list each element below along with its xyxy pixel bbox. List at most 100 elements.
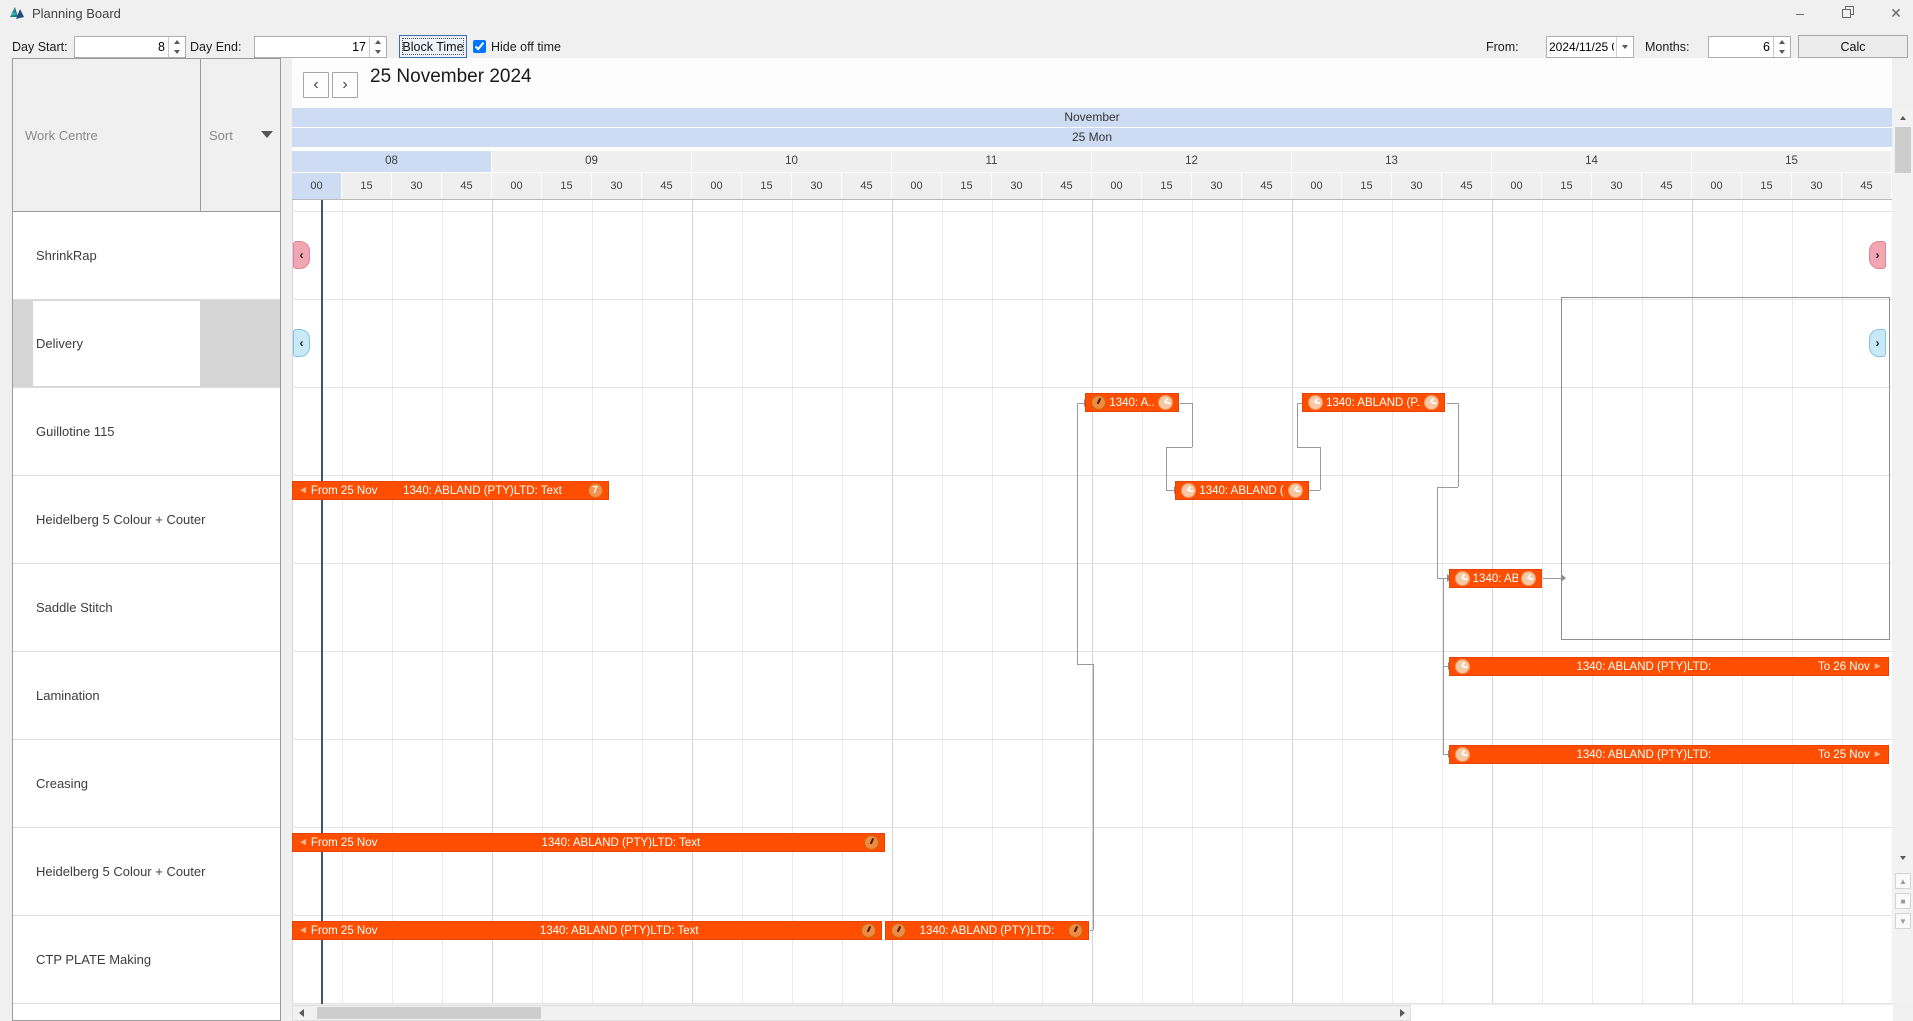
work-centre-row-label: Heidelberg 5 Colour + Couter [36, 828, 205, 915]
task-to-text: To 26 Nov [1818, 661, 1870, 673]
task-bar[interactable]: 1340: ABLAND (P... [1302, 393, 1445, 412]
calc-button[interactable]: Calc [1798, 35, 1908, 58]
task-label: 1340: A... [1109, 397, 1154, 409]
scroll-down-icon[interactable] [1894, 849, 1912, 867]
gantt-title-bar: ‹ › 25 November 2024 [292, 58, 1892, 108]
from-label: From: [1486, 36, 1519, 58]
close-button[interactable]: ✕ [1873, 0, 1913, 27]
dependency-connector [1093, 664, 1094, 930]
grid-line-v [592, 200, 593, 1004]
day-end-input[interactable] [255, 37, 369, 57]
gantt-grid[interactable]: 1340: A...1340: ABLAND (P...◄From 25 Nov… [292, 200, 1892, 1004]
task-label: 1340: AB... [1473, 573, 1518, 585]
day-end-up-icon[interactable] [370, 37, 386, 47]
dependency-connector [1192, 403, 1193, 447]
scroll-to-task-button[interactable]: › [1869, 329, 1886, 357]
clock-badge-icon [1455, 747, 1470, 762]
scroll-to-task-button[interactable]: › [1869, 241, 1886, 269]
sort-dropdown-icon[interactable] [261, 131, 273, 138]
from-date-dropdown-icon[interactable] [1616, 37, 1633, 57]
minimize-button[interactable]: – [1777, 0, 1823, 27]
hour-cell: 09 [492, 151, 692, 172]
minute-cell: 15 [1342, 173, 1392, 199]
task-bar[interactable]: 1340: A... [1085, 393, 1178, 412]
from-date-combo [1546, 36, 1634, 58]
scroll-to-task-button[interactable]: ‹ [293, 329, 310, 357]
work-centre-row[interactable]: Heidelberg 5 Colour + Couter [13, 828, 280, 916]
grid-line-v [442, 200, 443, 1004]
months-input[interactable] [1709, 37, 1773, 57]
continues-left-icon: ◄ [298, 925, 308, 936]
grid-line-h [292, 915, 1892, 916]
work-centre-row-label: Heidelberg 5 Colour + Couter [36, 476, 205, 563]
hour-cell: 08 [292, 151, 492, 172]
day-start-down-icon[interactable] [169, 47, 185, 57]
work-centre-row[interactable]: Lamination [13, 652, 280, 740]
task-bar[interactable]: 1340: AB... [1449, 569, 1542, 588]
next-appointment-icon[interactable]: ▼ [1895, 913, 1911, 929]
work-centre-row[interactable]: Delivery [13, 300, 280, 388]
work-centre-row[interactable]: ShrinkRap [13, 212, 280, 300]
work-centre-row-label: Lamination [36, 652, 100, 739]
block-time-button[interactable]: Block Time [399, 35, 467, 58]
grid-line-v [542, 200, 543, 1004]
vertical-scrollbar-thumb[interactable] [1895, 127, 1911, 173]
hide-off-time-label: Hide off time [491, 36, 561, 58]
task-to-text: To 25 Nov [1818, 749, 1870, 761]
clock-badge-icon [864, 835, 879, 850]
scroll-left-icon[interactable] [293, 1006, 309, 1020]
prev-day-button[interactable]: ‹ [303, 72, 329, 98]
task-bar[interactable]: 1340: ABLAND (PTY)LTD: [885, 921, 1088, 940]
clock-badge-icon [1181, 483, 1196, 498]
appointment-nav-icon[interactable]: ■ [1895, 893, 1911, 909]
work-centre-row-label: Guillotine 115 [36, 388, 115, 475]
work-centre-row[interactable]: Creasing [13, 740, 280, 828]
task-bar[interactable]: 1340: ABLAND (... [1175, 481, 1308, 500]
horizontal-scrollbar[interactable] [292, 1005, 1411, 1021]
next-day-button[interactable]: › [332, 72, 358, 98]
dependency-connector [1297, 403, 1298, 447]
clock-badge-icon [1288, 483, 1303, 498]
grid-line-v [1242, 200, 1243, 1004]
grid-line-v [1342, 200, 1343, 1004]
horizontal-scrollbar-thumb[interactable] [317, 1007, 541, 1019]
work-centre-row[interactable]: Saddle Stitch [13, 564, 280, 652]
from-date-input[interactable] [1547, 37, 1616, 57]
dependency-connector [1309, 490, 1320, 491]
scroll-up-icon[interactable] [1894, 109, 1912, 127]
day-start-input[interactable] [75, 37, 168, 57]
task-label: 1340: ABLAND (PTY)LTD: [909, 925, 1064, 937]
sort-label: Sort [209, 59, 233, 212]
scroll-to-task-button[interactable]: ‹ [293, 241, 310, 269]
work-centre-row[interactable]: Heidelberg 5 Colour + Couter [13, 476, 280, 564]
connector-outline [1561, 297, 1890, 640]
dependency-connector [1077, 403, 1084, 404]
task-bar[interactable]: ◄From 25 Nov1340: ABLAND (PTY)LTD: Text [292, 921, 882, 940]
prev-appointment-icon[interactable]: ▲ [1895, 873, 1911, 889]
task-bar[interactable]: 1340: ABLAND (PTY)LTD:To 26 Nov► [1449, 657, 1889, 676]
task-bar[interactable]: 1340: ABLAND (PTY)LTD:To 25 Nov► [1449, 745, 1889, 764]
months-up-icon[interactable] [1774, 37, 1790, 47]
restore-button[interactable] [1825, 0, 1871, 27]
grid-line-h [292, 739, 1892, 740]
task-bar[interactable]: ◄From 25 Nov1340: ABLAND (PTY)LTD: Text [292, 833, 885, 852]
minute-cell: 00 [492, 173, 542, 199]
day-end-down-icon[interactable] [370, 47, 386, 57]
continues-left-icon: ◄ [298, 485, 308, 496]
work-centre-row[interactable]: CTP PLATE Making [13, 916, 280, 1004]
clock-badge-icon [1455, 571, 1470, 586]
grid-line-v [892, 200, 893, 1004]
vertical-scrollbar[interactable]: ▲ ■ ▼ [1893, 108, 1913, 1005]
grid-line-v [992, 200, 993, 1004]
dependency-connector [1447, 403, 1458, 404]
months-down-icon[interactable] [1774, 47, 1790, 57]
hide-off-time-checkbox[interactable] [473, 40, 486, 53]
day-start-up-icon[interactable] [169, 37, 185, 47]
work-centre-row[interactable]: Guillotine 115 [13, 388, 280, 476]
task-from-text: From 25 Nov [311, 837, 377, 849]
minute-cell: 00 [892, 173, 942, 199]
work-centre-row-label: Saddle Stitch [36, 564, 113, 651]
task-label: 1340: ABLAND (PTY)LTD: [1473, 749, 1815, 761]
task-bar[interactable]: ◄From 25 Nov1340: ABLAND (PTY)LTD: Text7 [292, 481, 609, 500]
scroll-right-icon[interactable] [1394, 1006, 1410, 1020]
